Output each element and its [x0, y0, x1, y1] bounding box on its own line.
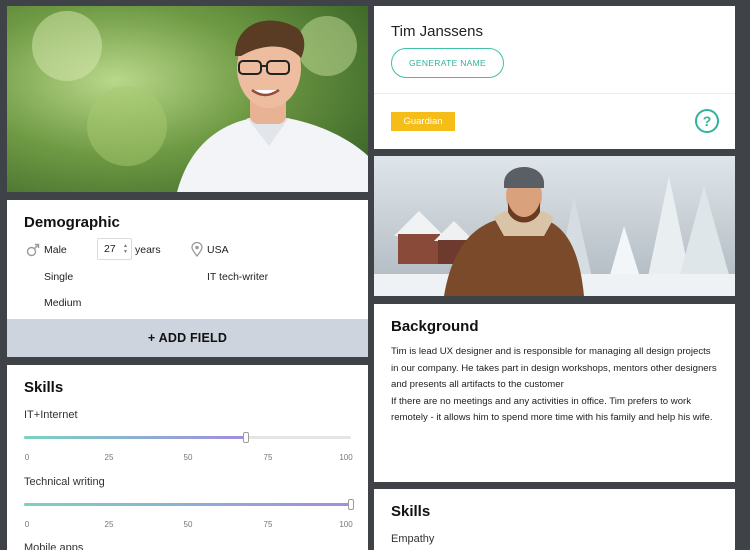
age-value: 27: [104, 243, 116, 255]
location-pin-icon: [191, 242, 203, 257]
skills-card: Skills IT+Internet 0 25 50 75 100 Techni…: [7, 365, 368, 550]
scale-tick: 50: [183, 520, 193, 529]
generate-name-button[interactable]: GENERATE NAME: [391, 48, 504, 78]
background-paragraph: If there are no meetings and any activit…: [391, 395, 713, 424]
scale-tick: 75: [263, 520, 273, 529]
scale-tick: 50: [183, 453, 193, 462]
persona-lifestyle-photo: [374, 156, 735, 296]
skill-slider[interactable]: [24, 499, 354, 510]
divider: [374, 93, 735, 94]
persona-name: Tim Janssens: [391, 23, 483, 40]
skill-slider-fill: [24, 503, 351, 506]
scale-tick: 0: [24, 453, 30, 462]
skill-scale: 0 25 50 75 100: [24, 453, 358, 465]
skill-slider-handle[interactable]: [348, 499, 354, 510]
background-card: Background Tim is lead UX designer and i…: [374, 304, 735, 482]
skill-label: IT+Internet: [24, 409, 78, 421]
income-value: Medium: [44, 297, 82, 309]
skill-label: Mobile apps: [24, 542, 84, 550]
marital-status-value: Single: [44, 271, 74, 283]
location-value: USA: [207, 244, 229, 256]
skill-scale: 0 25 50 75 100: [24, 520, 358, 532]
scale-tick: 0: [24, 520, 30, 529]
role-tag[interactable]: Guardian: [391, 112, 455, 131]
demographic-card: Demographic Male 27 ▲ ▼ years USA Single …: [7, 200, 368, 357]
add-field-button[interactable]: + ADD FIELD: [7, 319, 368, 357]
background-paragraph: Tim is lead UX designer and is responsib…: [391, 346, 717, 391]
scale-tick: 25: [104, 520, 114, 529]
male-icon: [26, 243, 40, 257]
skills-title: Skills: [24, 379, 64, 396]
background-text: Tim is lead UX designer and is responsib…: [391, 344, 719, 427]
scale-tick: 25: [104, 453, 114, 462]
age-input[interactable]: 27 ▲ ▼: [97, 238, 132, 260]
age-stepper-icon[interactable]: ▲ ▼: [123, 243, 128, 255]
skill-slider[interactable]: [24, 432, 351, 443]
skill-label: Technical writing: [24, 476, 105, 488]
skill-slider-handle[interactable]: [243, 432, 250, 443]
scale-tick: 75: [263, 453, 273, 462]
demographic-title: Demographic: [24, 214, 120, 231]
persona-portrait-photo: [7, 6, 368, 192]
scale-tick: 100: [339, 520, 353, 529]
question-circle-icon[interactable]: ?: [695, 109, 719, 133]
persona-name-card: Tim Janssens GENERATE NAME Guardian ?: [374, 6, 735, 149]
background-title: Background: [391, 318, 479, 335]
scale-tick: 100: [339, 453, 353, 462]
occupation-value: IT tech-writer: [207, 271, 269, 283]
skill-label: Empathy: [391, 533, 435, 545]
skills-title: Skills: [391, 503, 431, 520]
age-unit: years: [135, 244, 161, 256]
gender-value: Male: [44, 244, 67, 256]
skill-slider-fill: [24, 436, 247, 439]
skills-card-secondary: Skills Empathy: [374, 489, 735, 550]
